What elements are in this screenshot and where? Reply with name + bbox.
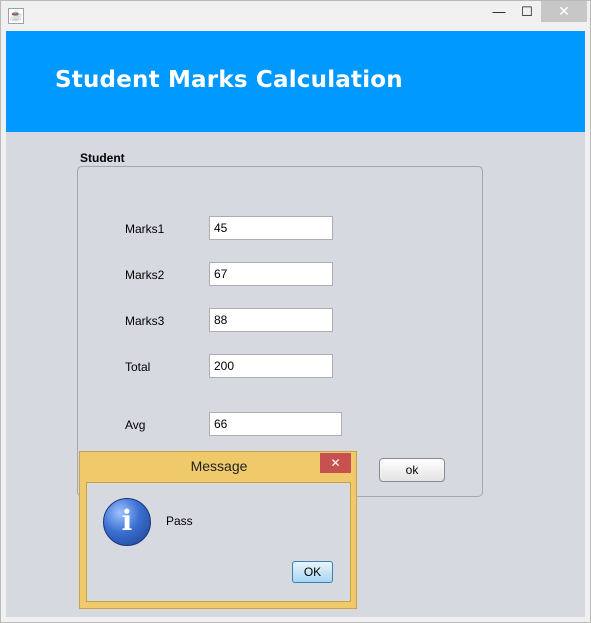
app-window: ☕ — ☐ ✕ Student Marks Calculation Studen… (0, 0, 591, 623)
maximize-button[interactable]: ☐ (514, 1, 540, 22)
dialog-title[interactable]: Message (80, 458, 358, 474)
minimize-button[interactable]: — (486, 1, 512, 22)
marks1-label: Marks1 (125, 222, 165, 236)
header-banner: Student Marks Calculation (6, 31, 585, 132)
page-title: Student Marks Calculation (55, 67, 403, 93)
marks3-label: Marks3 (125, 314, 165, 328)
message-dialog: Message ✕ i Pass OK (79, 451, 357, 609)
avg-field[interactable] (209, 412, 342, 436)
java-coffee-icon[interactable]: ☕ (8, 8, 24, 24)
dialog-body: i Pass OK (86, 482, 351, 602)
dialog-message: Pass (166, 514, 193, 528)
student-group-label: Student (80, 151, 125, 165)
total-field[interactable] (209, 354, 333, 378)
marks2-label: Marks2 (125, 268, 165, 282)
title-bar[interactable]: ☕ — ☐ ✕ (1, 1, 590, 31)
marks1-field[interactable] (209, 216, 333, 240)
total-label: Total (125, 360, 151, 374)
ok-button[interactable]: ok (379, 458, 445, 482)
dialog-close-button[interactable]: ✕ (320, 453, 351, 473)
marks2-field[interactable] (209, 262, 333, 286)
close-window-button[interactable]: ✕ (541, 1, 587, 22)
marks3-field[interactable] (209, 308, 333, 332)
dialog-ok-button[interactable]: OK (292, 561, 333, 583)
info-icon: i (103, 498, 151, 546)
avg-label: Avg (125, 418, 146, 432)
